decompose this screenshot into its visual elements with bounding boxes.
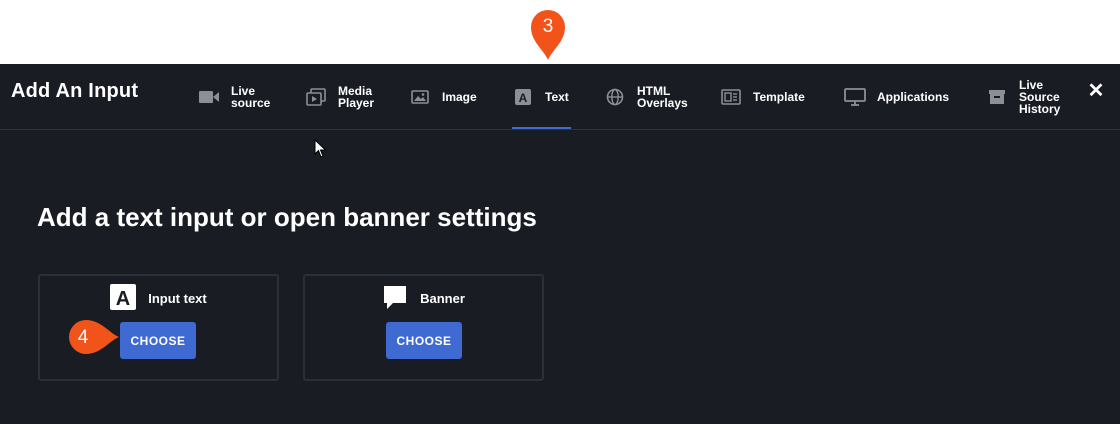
camera-icon [198, 86, 220, 108]
banner-card: Banner CHOOSE [303, 274, 544, 381]
monitor-icon [844, 86, 866, 108]
choose-banner-button[interactable]: CHOOSE [386, 322, 462, 359]
archive-icon [986, 86, 1008, 108]
tab-label-line: Overlays [637, 95, 688, 110]
add-input-dialog: Add An Input Live source Media Player Imag… [0, 64, 1120, 424]
tab-label: Text [545, 89, 569, 104]
image-icon [409, 86, 431, 108]
tab-applications[interactable]: Applications [844, 64, 949, 129]
section-heading: Add a text input or open banner settings [37, 202, 537, 232]
text-icon: A [110, 284, 137, 313]
tab-label: Template [753, 89, 805, 104]
card-header: A Input text [40, 284, 277, 313]
media-player-icon [305, 86, 327, 108]
active-tab-underline [512, 127, 571, 129]
icon-letter: A [116, 288, 130, 310]
tab-label: Image [442, 89, 477, 104]
close-icon: ✕ [1087, 79, 1105, 102]
choose-input-text-button[interactable]: CHOOSE [120, 322, 196, 359]
step-4-marker: 4 [55, 315, 121, 359]
tab-label-line: source [231, 95, 271, 110]
tab-live-source-history[interactable]: Live Source History [986, 64, 1060, 129]
dialog-header: Add An Input Live source Media Player Imag… [0, 64, 1120, 130]
globe-icon [604, 86, 626, 108]
speech-bubble-icon [382, 284, 408, 313]
text-icon: A [512, 86, 534, 108]
svg-text:A: A [519, 91, 528, 105]
tab-media-player[interactable]: Media Player [305, 64, 374, 129]
tab-template[interactable]: Template [720, 64, 805, 129]
step-3-label: 3 [542, 16, 554, 37]
card-title: Input text [148, 291, 207, 306]
card-title: Banner [420, 291, 465, 306]
mouse-cursor-icon [314, 138, 328, 164]
tab-label-line: Player [338, 95, 375, 110]
tab-image[interactable]: Image [409, 64, 477, 129]
step-3-marker: 3 [527, 4, 569, 62]
step-4-label: 4 [77, 327, 89, 348]
tab-html-overlays[interactable]: HTML Overlays [604, 64, 688, 129]
close-button[interactable]: ✕ [1086, 79, 1106, 102]
card-header: Banner [305, 284, 542, 313]
dialog-title: Add An Input [11, 80, 139, 102]
template-icon [720, 86, 742, 108]
tab-text[interactable]: A Text [512, 64, 571, 129]
tab-label-line: History [1019, 101, 1061, 116]
tab-label: Applications [877, 89, 950, 104]
tab-live-source[interactable]: Live source [198, 64, 270, 129]
